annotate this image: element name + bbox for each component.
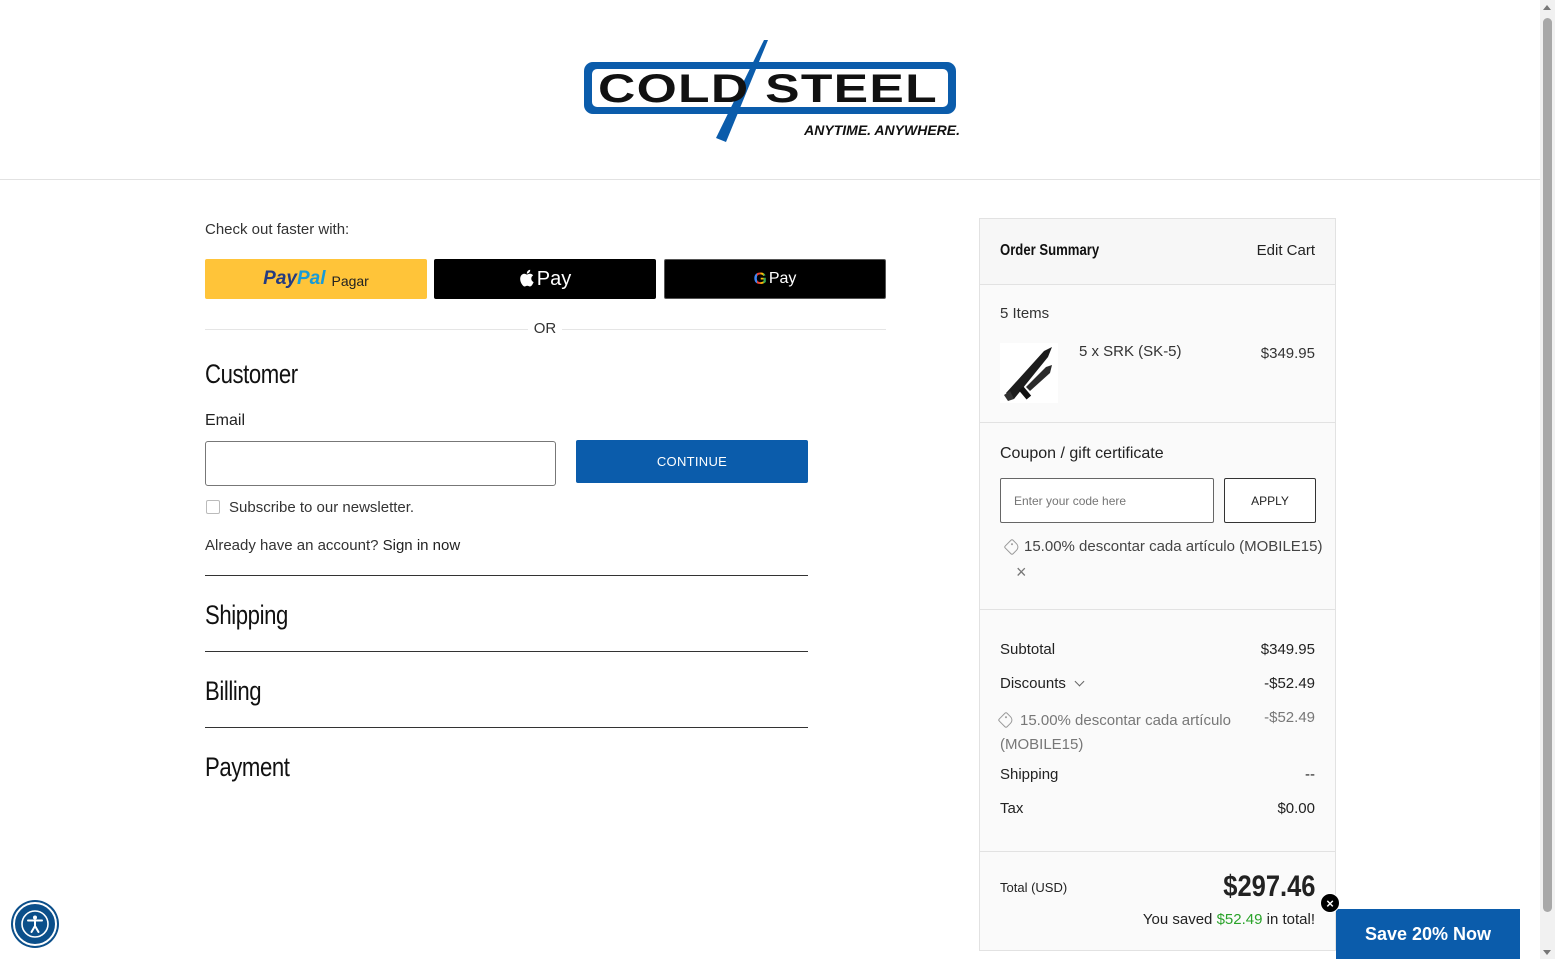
discounts-label: Discounts — [1000, 675, 1066, 692]
product-name: 5 x SRK (SK-5) — [1079, 343, 1182, 360]
paypal-button[interactable]: PayPal Pagar — [205, 259, 427, 299]
logo-tagline-text: ANYTIME. ANYWHERE. — [803, 122, 960, 138]
applied-coupon-text: 15.00% descontar cada artículo (MOBILE15… — [1024, 538, 1323, 555]
accessibility-button[interactable] — [13, 902, 57, 946]
items-count: 5 Items — [1000, 305, 1050, 322]
remove-coupon-close-icon[interactable]: × — [1016, 563, 1027, 581]
order-summary: Order Summary Edit Cart 5 Items 5 x SRK … — [979, 218, 1336, 951]
subtotal-value: $349.95 — [1260, 641, 1315, 658]
discount-detail-text: 15.00% descontar cada artículo (MOBILE15… — [1000, 712, 1231, 753]
apple-icon — [519, 269, 534, 287]
scroll-down-arrow-icon[interactable] — [1543, 950, 1551, 955]
page-scrollbar[interactable] — [1540, 0, 1555, 959]
subtotal-row: Subtotal $349.95 — [1000, 641, 1315, 658]
continue-button[interactable]: CONTINUE — [576, 440, 808, 483]
total-label: Total (USD) — [1000, 880, 1068, 895]
google-pay-label: Pay — [768, 270, 797, 287]
payment-heading: Payment — [205, 752, 290, 782]
checkout-faster-label: Check out faster with: — [205, 221, 350, 238]
tag-icon — [997, 711, 1015, 729]
paypal-button-label: Pagar — [331, 272, 369, 289]
shipping-value: -- — [1305, 766, 1315, 783]
total-amount: $297.46 — [1222, 870, 1315, 903]
section-divider — [205, 575, 808, 576]
discounts-row: Discounts -$52.49 — [1000, 675, 1315, 692]
apple-pay-label: Pay — [536, 267, 572, 290]
scroll-thumb[interactable] — [1543, 18, 1552, 912]
newsletter-label[interactable]: Subscribe to our newsletter. — [229, 499, 414, 516]
apply-coupon-button[interactable]: APPLY — [1224, 478, 1316, 523]
billing-heading: Billing — [205, 676, 262, 706]
product-price: $349.95 — [1260, 345, 1315, 362]
site-header: COLD STEEL ANYTIME. ANYWHERE. — [0, 0, 1540, 180]
email-label: Email — [205, 412, 246, 429]
discounts-value: -$52.49 — [1264, 675, 1315, 692]
tag-icon — [1003, 538, 1021, 555]
applied-coupon: 15.00% descontar cada artículo (MOBILE15… — [1003, 538, 1323, 555]
newsletter-checkbox[interactable] — [206, 500, 220, 514]
signin-link[interactable]: Sign in now — [383, 537, 461, 554]
email-field[interactable] — [205, 441, 556, 486]
section-divider — [205, 651, 808, 652]
apple-pay-button[interactable]: Pay — [434, 259, 656, 299]
subtotal-label: Subtotal — [1000, 641, 1056, 658]
discount-detail: 15.00% descontar cada artículo (MOBILE15… — [997, 709, 1250, 757]
chevron-down-icon — [1074, 676, 1085, 687]
discount-detail-value: -$52.49 — [1264, 709, 1315, 726]
edit-cart-link[interactable]: Edit Cart — [1257, 242, 1315, 259]
promo-close-icon[interactable]: × — [1320, 893, 1340, 913]
shipping-row: Shipping -- — [1000, 766, 1315, 783]
cold-steel-logo[interactable]: COLD STEEL ANYTIME. ANYWHERE. — [578, 38, 962, 142]
account-prompt-text: Already have an account? — [205, 537, 379, 554]
savings-text: You saved $52.49 in total! — [1142, 911, 1315, 928]
tax-value: $0.00 — [1277, 800, 1315, 817]
coupon-code-input[interactable] — [1000, 478, 1214, 523]
scroll-up-arrow-icon[interactable] — [1543, 5, 1551, 10]
shipping-label: Shipping — [1000, 766, 1059, 783]
order-summary-title: Order Summary — [1000, 242, 1100, 259]
order-summary-header: Order Summary Edit Cart — [980, 219, 1335, 285]
save-20-promo-button[interactable]: Save 20% Now — [1336, 909, 1520, 959]
tax-row: Tax $0.00 — [1000, 800, 1315, 817]
paypal-logo: PayPal — [263, 268, 326, 289]
discounts-toggle[interactable]: Discounts — [1000, 675, 1085, 692]
signin-prompt: Already have an account? Sign in now — [205, 537, 460, 554]
product-thumbnail — [1000, 343, 1058, 403]
coupon-label: Coupon / gift certificate — [1000, 445, 1164, 462]
accessibility-icon — [21, 910, 49, 938]
summary-divider — [980, 422, 1335, 423]
shipping-heading: Shipping — [205, 600, 288, 630]
logo-brand-text: COLD STEEL — [598, 67, 938, 111]
or-divider-text: OR — [528, 320, 562, 337]
customer-heading: Customer — [205, 359, 298, 389]
summary-divider — [980, 609, 1335, 610]
savings-amount: $52.49 — [1216, 911, 1263, 928]
google-pay-button[interactable]: G Pay — [664, 259, 886, 299]
google-g-icon: G — [753, 269, 767, 288]
summary-divider — [980, 851, 1335, 852]
tax-label: Tax — [1000, 800, 1024, 817]
section-divider — [205, 727, 808, 728]
